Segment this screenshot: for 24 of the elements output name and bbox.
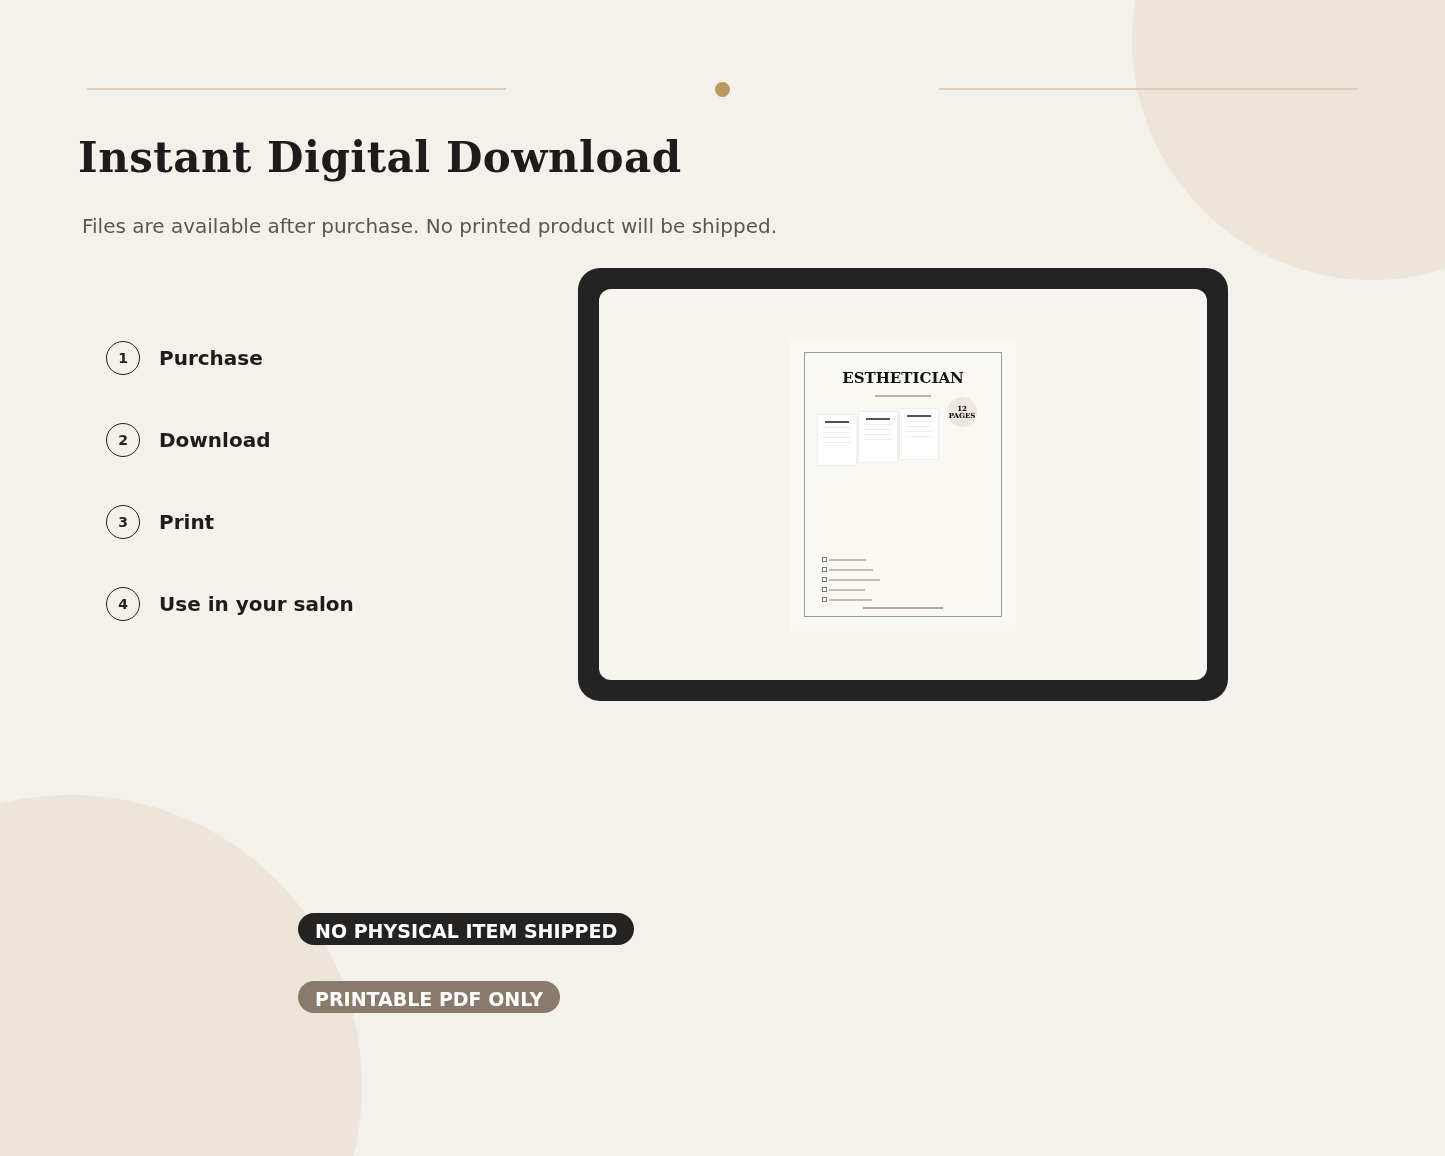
- checkbox-icon: [822, 567, 827, 572]
- text-line-drawing: [829, 598, 872, 601]
- text-line-drawing: [829, 578, 880, 581]
- tag-pill: PRINTABLE PDF ONLY: [298, 981, 561, 1013]
- checkbox-icon: [822, 597, 827, 602]
- step-label: Use in your salon: [159, 592, 354, 616]
- text-line-drawing: [829, 588, 865, 591]
- text-line-drawing: [829, 568, 873, 571]
- page-title: Instant Digital Download: [78, 132, 683, 184]
- form-page-thumbnail: [818, 415, 856, 465]
- page-subtitle: Files are available after purchase. No printed product will be shipped.: [82, 213, 779, 239]
- text-line-drawing: [875, 395, 931, 397]
- text-line-drawing: [829, 558, 866, 561]
- step-label: Download: [159, 428, 271, 452]
- form-page-thumbnail: [859, 412, 897, 462]
- dot-icon: [715, 81, 730, 97]
- step-label: Purchase: [159, 346, 263, 370]
- checkbox-icon: [822, 557, 827, 562]
- tag-pill: NO PHYSICAL ITEM SHIPPED: [298, 913, 635, 945]
- step-label: Print: [159, 510, 215, 534]
- form-page-thumbnail: [900, 409, 938, 459]
- checkbox-icon: [822, 577, 827, 582]
- document-title: ESTHETICIAN: [842, 369, 964, 387]
- checkbox-icon: [822, 587, 827, 592]
